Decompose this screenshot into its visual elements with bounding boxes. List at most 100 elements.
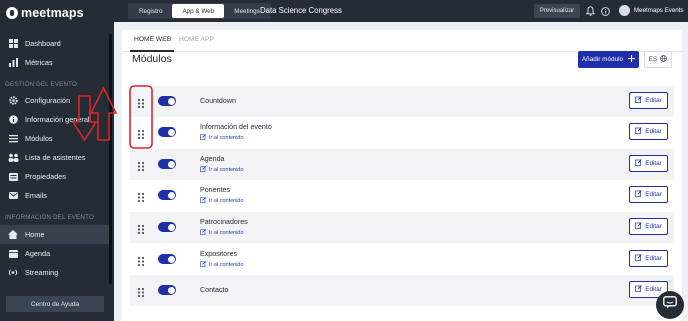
edit-label: Editar — [645, 191, 662, 198]
module-row-speakers: Ponentes Ir al contenido Editar — [130, 180, 674, 211]
edit-button[interactable]: Editar — [629, 123, 668, 140]
module-name: Expositores — [200, 250, 238, 258]
sidebar-section-heading: GESTIÓN DEL EVENTO — [5, 81, 78, 88]
goto-label: Ir al contenido — [209, 135, 244, 141]
edit-icon — [635, 254, 642, 263]
goto-label: Ir al contenido — [209, 230, 244, 236]
active-tab-indicator — [130, 50, 174, 52]
goto-label: Ir al contenido — [209, 198, 244, 204]
module-name: Agenda — [200, 155, 225, 163]
edit-label: Editar — [645, 128, 662, 135]
sidebar-item-label: Configuración — [25, 96, 71, 105]
module-name: Información del evento — [200, 123, 272, 131]
goto-content-link[interactable]: Ir al contenido — [200, 229, 244, 237]
sidebar-item-configuration[interactable]: Configuración — [0, 91, 110, 110]
tab-home-app[interactable]: HOME APP — [179, 36, 214, 43]
sidebar-item-label: Home — [25, 230, 45, 239]
module-visibility-toggle[interactable] — [158, 96, 176, 106]
sidebar-item-attendees[interactable]: Lista de asistentes — [0, 148, 110, 167]
module-visibility-toggle[interactable] — [158, 222, 176, 232]
list-icon — [5, 134, 21, 144]
edit-icon — [635, 285, 642, 294]
info-icon[interactable] — [600, 6, 610, 16]
sidebar-item-agenda[interactable]: Agenda — [0, 244, 110, 263]
add-module-button[interactable]: Añadir módulo — [578, 51, 639, 68]
sidebar-item-modules[interactable]: Módulos — [0, 129, 110, 148]
module-visibility-toggle[interactable] — [158, 190, 176, 200]
top-navigation: Registro App & Web Meetings — [128, 3, 271, 19]
module-name: Patrocinadores — [200, 218, 248, 226]
edit-button[interactable]: Editar — [629, 186, 668, 203]
module-visibility-toggle[interactable] — [158, 254, 176, 264]
module-visibility-toggle[interactable] — [158, 127, 176, 137]
goto-content-link[interactable]: Ir al contenido — [200, 166, 244, 174]
goto-content-link[interactable]: Ir al contenido — [200, 134, 244, 142]
help-center-button[interactable]: Centro de Ayuda — [6, 296, 104, 312]
drag-handle-icon[interactable] — [137, 285, 145, 298]
edit-icon — [635, 190, 642, 199]
preview-button[interactable]: Previsualizar — [534, 4, 580, 18]
sidebar-item-label: Emails — [25, 191, 47, 200]
topbar: Registro App & Web Meetings Data Science… — [114, 0, 688, 22]
external-link-icon — [200, 229, 206, 237]
module-row-countdown: Countdown Editar — [130, 86, 674, 117]
tab-app-web[interactable]: App & Web — [172, 4, 225, 18]
sidebar-item-dashboard[interactable]: Dashboard — [0, 34, 110, 53]
user-menu[interactable]: Meetmaps Events — [619, 5, 684, 16]
add-module-label: Añadir módulo — [581, 56, 624, 63]
logo-text: meetmaps — [21, 6, 84, 20]
language-label: ES — [648, 56, 658, 63]
chat-support-button[interactable] — [656, 291, 684, 319]
drag-handle-icon[interactable] — [137, 190, 145, 203]
module-row-agenda: Agenda Ir al contenido Editar — [130, 149, 674, 180]
calendar-icon — [5, 249, 21, 259]
chart-icon — [5, 58, 21, 68]
edit-button[interactable]: Editar — [629, 250, 668, 267]
sidebar-item-label: Dashboard — [25, 39, 61, 48]
module-name: Contacto — [200, 286, 229, 294]
drag-handle-icon[interactable] — [137, 222, 145, 235]
logo-mark-icon — [6, 7, 18, 19]
edit-button[interactable]: Editar — [629, 155, 668, 172]
edit-icon — [635, 159, 642, 168]
drag-handle-icon[interactable] — [137, 159, 145, 172]
sidebar-scrollbar[interactable] — [109, 34, 112, 284]
tab-registro[interactable]: Registro — [129, 4, 172, 18]
external-link-icon — [200, 166, 206, 174]
folder-icon — [5, 172, 21, 182]
drag-handle-icon[interactable] — [137, 127, 145, 140]
sidebar-item-metrics[interactable]: Métricas — [0, 53, 110, 72]
goto-content-link[interactable]: Ir al contenido — [200, 261, 244, 269]
sidebar-item-home[interactable]: Home — [0, 225, 110, 244]
sidebar-item-label: Agenda — [25, 249, 51, 258]
sidebar-item-properties[interactable]: Propiedades — [0, 167, 110, 186]
edit-button[interactable]: Editar — [629, 92, 668, 109]
edit-button[interactable]: Editar — [629, 218, 668, 235]
bell-icon[interactable] — [585, 6, 595, 16]
event-title: Data Science Congress — [260, 6, 342, 15]
module-name: Countdown — [200, 97, 236, 105]
drag-handle-icon[interactable] — [137, 254, 145, 267]
dashboard-icon — [5, 39, 21, 49]
sidebar-item-label: Streaming — [25, 268, 59, 277]
sidebar-item-label: Propiedades — [25, 172, 66, 181]
drag-handle-icon[interactable] — [137, 96, 145, 109]
user-name: Meetmaps Events — [634, 7, 684, 14]
page-title: Módulos — [132, 53, 172, 65]
tab-home-web[interactable]: HOME WEB — [134, 36, 171, 43]
sidebar-item-emails[interactable]: Emails — [0, 186, 110, 205]
edit-label: Editar — [645, 255, 662, 262]
meetmaps-logo[interactable]: meetmaps — [6, 4, 84, 22]
language-selector[interactable]: ES — [644, 51, 672, 68]
sidebar-section-heading: INFORMACIÓN DEL EVENTO — [5, 214, 94, 221]
module-name: Ponentes — [200, 186, 230, 194]
plus-icon — [628, 55, 636, 64]
external-link-icon — [200, 261, 206, 269]
sidebar-item-streaming[interactable]: Streaming — [0, 263, 110, 282]
external-link-icon — [200, 134, 206, 142]
module-visibility-toggle[interactable] — [158, 285, 176, 295]
avatar — [619, 5, 630, 16]
goto-content-link[interactable]: Ir al contenido — [200, 197, 244, 205]
sidebar-item-general-info[interactable]: Información general — [0, 110, 110, 129]
module-visibility-toggle[interactable] — [158, 159, 176, 169]
